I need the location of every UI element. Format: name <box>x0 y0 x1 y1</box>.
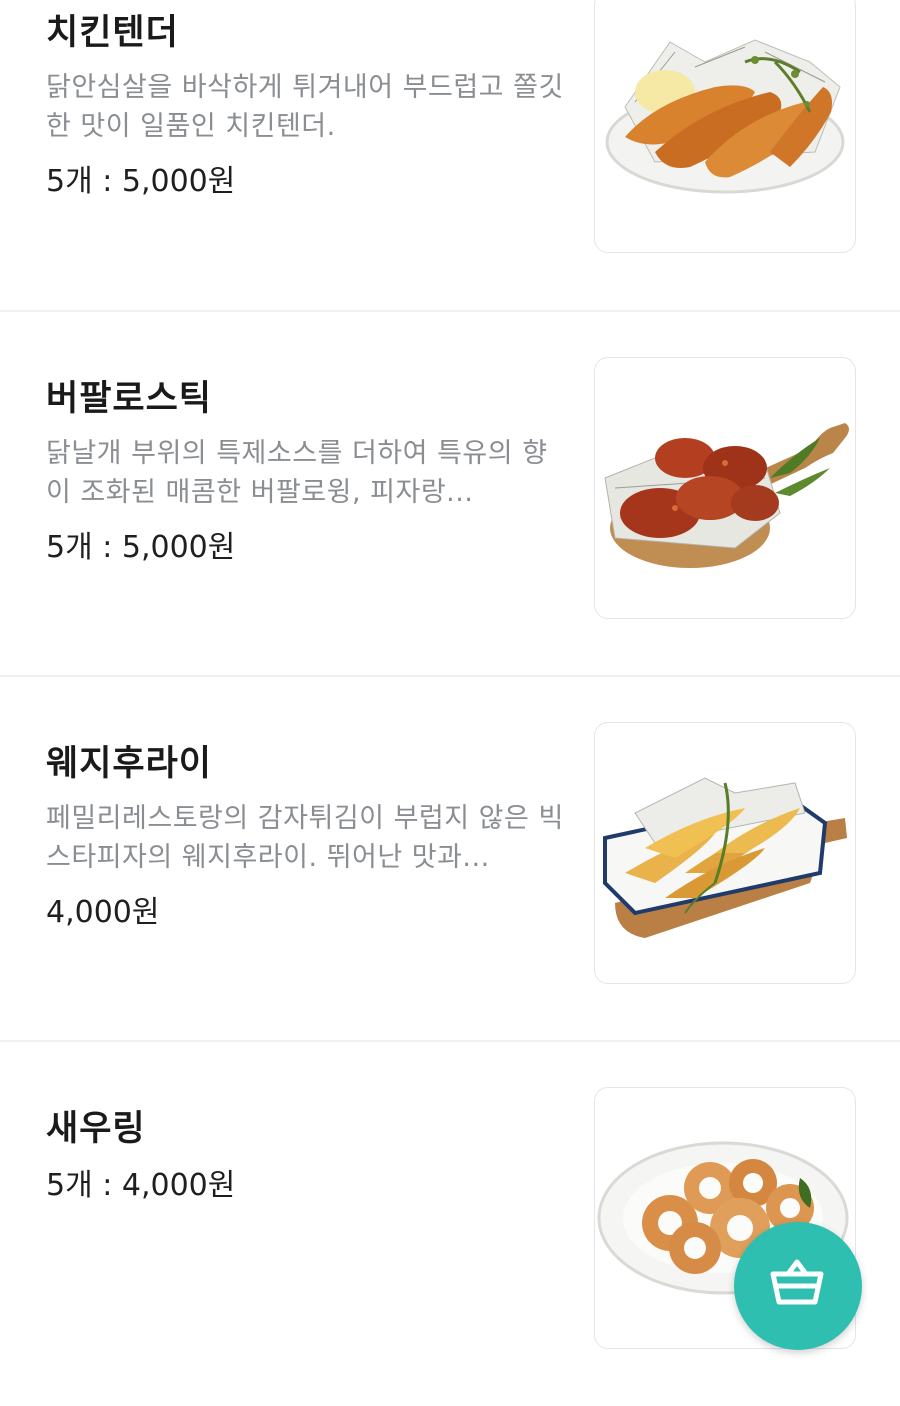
menu-item-chicken-tender[interactable]: 치킨텐더 닭안심살을 바삭하게 튀겨내어 부드럽고 쫄깃한 맛이 일품인 치킨텐… <box>0 0 900 310</box>
menu-item-name: 새우링 <box>46 1109 146 1149</box>
menu-item-price: 5개 : 5,000원 <box>46 164 236 199</box>
menu-item-shrimp-ring[interactable]: 새우링 5개 : 4,000원 <box>0 1042 900 1406</box>
menu-item-description: 페밀리레스토랑의 감자튀김이 부럽지 않은 빅스타피자의 웨지후라이. 뛰어난 … <box>46 803 564 873</box>
menu-item-name: 치킨텐더 <box>46 13 179 53</box>
menu-item-description: 닭안심살을 바삭하게 튀겨내어 부드럽고 쫄깃한 맛이 일품인 치킨텐더. <box>46 72 564 142</box>
menu-item-photo-buffalo-stick[interactable] <box>594 357 856 619</box>
cart-button[interactable] <box>734 1222 862 1350</box>
menu-item-price: 4,000원 <box>46 895 160 930</box>
menu-item-photo-chicken-tender[interactable] <box>594 0 856 253</box>
menu-item-photo-wedge-fries[interactable] <box>594 722 856 984</box>
menu-item-wedge-fries[interactable]: 웨지후라이 페밀리레스토랑의 감자튀김이 부럽지 않은 빅스타피자의 웨지후라이… <box>0 677 900 1041</box>
shopping-basket-icon <box>770 1259 824 1305</box>
menu-item-buffalo-stick[interactable]: 버팔로스틱 닭날개 부위의 특제소스를 더하여 특유의 향이 조화된 매콤한 버… <box>0 312 900 676</box>
menu-item-name: 버팔로스틱 <box>46 379 213 419</box>
menu-item-price: 5개 : 4,000원 <box>46 1168 236 1203</box>
menu-item-price: 5개 : 5,000원 <box>46 530 236 565</box>
menu-item-name: 웨지후라이 <box>46 744 213 784</box>
menu-item-description: 닭날개 부위의 특제소스를 더하여 특유의 향이 조화된 매콤한 버팔로윙, 피… <box>46 438 548 508</box>
